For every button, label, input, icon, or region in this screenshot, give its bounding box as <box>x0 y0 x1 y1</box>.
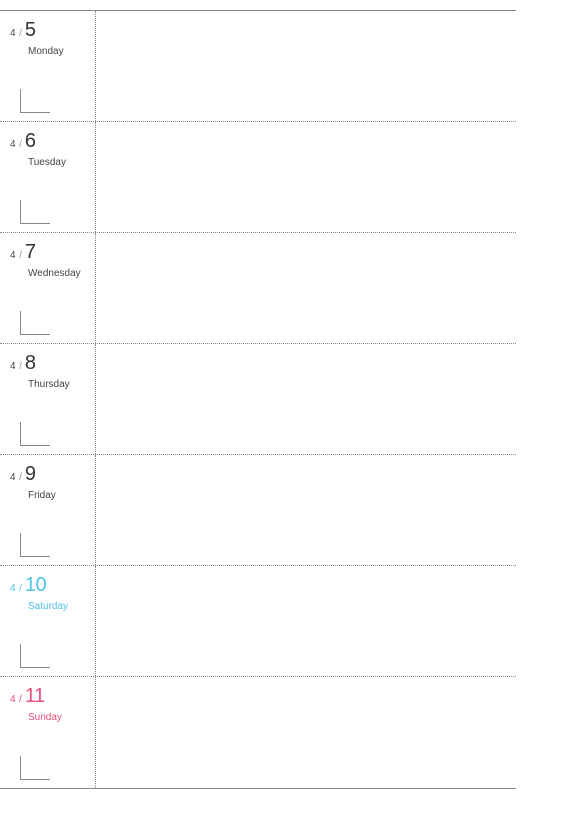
day-row: 4 / 11 Sunday <box>0 677 516 788</box>
mini-chart-box <box>20 200 50 224</box>
day-row: 4 / 10 Saturday <box>0 566 516 677</box>
date-separator: / <box>19 583 22 594</box>
month-number: 4 <box>10 472 16 483</box>
day-number: 7 <box>25 241 36 264</box>
mini-chart-box <box>20 311 50 335</box>
day-row: 4 / 6 Tuesday <box>0 122 516 233</box>
weekday-label: Monday <box>28 46 95 57</box>
weekly-planner: 4 / 5 Monday 4 / 6 Tuesday 4 / 7 <box>0 10 516 789</box>
content-cell <box>96 122 516 232</box>
content-cell <box>96 455 516 565</box>
date-separator: / <box>19 472 22 483</box>
date-line: 4 / 9 <box>10 463 95 486</box>
mini-chart-box <box>20 422 50 446</box>
date-cell: 4 / 7 Wednesday <box>0 233 96 343</box>
date-separator: / <box>19 250 22 261</box>
day-row: 4 / 8 Thursday <box>0 344 516 455</box>
date-cell: 4 / 6 Tuesday <box>0 122 96 232</box>
content-cell <box>96 566 516 676</box>
date-cell: 4 / 8 Thursday <box>0 344 96 454</box>
date-line: 4 / 8 <box>10 352 95 375</box>
weekday-label: Friday <box>28 490 95 501</box>
day-number: 9 <box>25 463 36 486</box>
content-cell <box>96 11 516 121</box>
date-cell: 4 / 10 Saturday <box>0 566 96 676</box>
date-separator: / <box>19 139 22 150</box>
month-number: 4 <box>10 361 16 372</box>
date-cell: 4 / 11 Sunday <box>0 677 96 788</box>
month-number: 4 <box>10 28 16 39</box>
content-cell <box>96 344 516 454</box>
day-number: 5 <box>25 19 36 42</box>
weekday-label: Tuesday <box>28 157 95 168</box>
date-separator: / <box>19 361 22 372</box>
day-row: 4 / 5 Monday <box>0 11 516 122</box>
day-number: 6 <box>25 130 36 153</box>
date-cell: 4 / 5 Monday <box>0 11 96 121</box>
day-row: 4 / 7 Wednesday <box>0 233 516 344</box>
day-number: 8 <box>25 352 36 375</box>
content-cell <box>96 677 516 788</box>
weekday-label: Saturday <box>28 601 95 612</box>
date-line: 4 / 6 <box>10 130 95 153</box>
weekday-label: Wednesday <box>28 268 95 279</box>
day-number: 11 <box>25 685 45 708</box>
date-line: 4 / 7 <box>10 241 95 264</box>
day-number: 10 <box>25 574 46 597</box>
content-cell <box>96 233 516 343</box>
mini-chart-box <box>20 89 50 113</box>
date-line: 4 / 10 <box>10 574 95 597</box>
date-separator: / <box>19 694 22 705</box>
date-line: 4 / 11 <box>10 685 95 708</box>
day-row: 4 / 9 Friday <box>0 455 516 566</box>
mini-chart-box <box>20 756 50 780</box>
mini-chart-box <box>20 644 50 668</box>
date-cell: 4 / 9 Friday <box>0 455 96 565</box>
weekday-label: Thursday <box>28 379 95 390</box>
month-number: 4 <box>10 250 16 261</box>
date-separator: / <box>19 28 22 39</box>
weekday-label: Sunday <box>28 712 95 723</box>
date-line: 4 / 5 <box>10 19 95 42</box>
mini-chart-box <box>20 533 50 557</box>
month-number: 4 <box>10 694 16 705</box>
month-number: 4 <box>10 139 16 150</box>
month-number: 4 <box>10 583 16 594</box>
